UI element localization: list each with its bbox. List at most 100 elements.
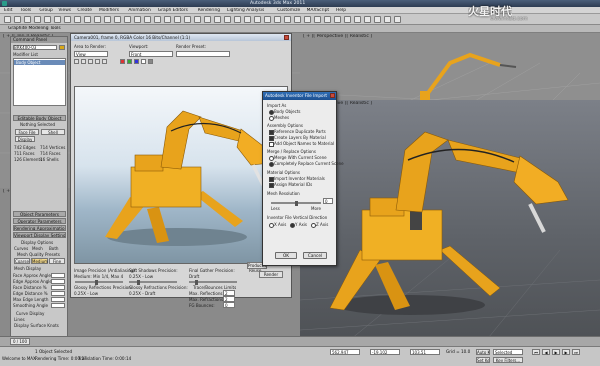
auto-key-button[interactable]: Auto Key xyxy=(476,349,490,355)
menu-item-graph-editors[interactable]: Graph Editors xyxy=(158,8,188,13)
max-edge-input[interactable] xyxy=(51,297,65,302)
go-to-start-icon[interactable]: ⏮ xyxy=(532,349,540,355)
menu-item-edit[interactable]: Edit xyxy=(4,8,13,13)
toolbar-tool-icon[interactable] xyxy=(104,16,111,23)
z-axis-radio[interactable]: Z Axis xyxy=(311,222,328,228)
menu-item-create[interactable]: Create xyxy=(77,8,92,13)
go-to-end-icon[interactable]: ⏭ xyxy=(572,349,580,355)
mesh-resolution-slider[interactable] xyxy=(271,200,321,206)
stack-item[interactable]: Body Object xyxy=(14,60,65,65)
toolbar-tool-icon[interactable] xyxy=(384,16,391,23)
toolbar-tool-icon[interactable] xyxy=(114,16,121,23)
object-params-rollout[interactable]: Object Parameters xyxy=(13,211,66,217)
x-coordinate-field[interactable]: 562.947 xyxy=(330,349,360,355)
clear-icon[interactable] xyxy=(102,59,107,64)
close-icon[interactable] xyxy=(330,93,335,98)
modifier-stack[interactable]: Body Object xyxy=(13,58,66,106)
toolbar-tool-icon[interactable] xyxy=(44,16,51,23)
import-materials-checkbox[interactable]: Import Inventor Materials xyxy=(269,176,325,182)
red-channel-icon[interactable] xyxy=(120,59,125,64)
y-coordinate-field[interactable]: -19.102 xyxy=(370,349,400,355)
final-gather-slider[interactable] xyxy=(189,279,237,285)
toolbar-tool-icon[interactable] xyxy=(64,16,71,23)
menu-item-animation[interactable]: Animation xyxy=(128,8,150,13)
mesh-radio[interactable]: Mesh xyxy=(32,246,43,251)
medium-button[interactable]: Medium xyxy=(31,258,48,264)
toolbar-tool-icon[interactable] xyxy=(74,16,81,23)
area-to-render-dropdown[interactable]: View xyxy=(74,51,108,57)
editable-body-rollout[interactable]: Editable Body Object xyxy=(13,115,66,121)
time-slider[interactable]: 0 / 100 xyxy=(10,338,30,345)
edge-approx-input[interactable] xyxy=(51,279,65,284)
display-surface-checkbox[interactable]: Display Surface Knots xyxy=(14,323,59,328)
close-icon[interactable] xyxy=(284,35,289,40)
menu-item-tools[interactable]: Tools xyxy=(20,8,31,13)
face-file-button[interactable]: Face File xyxy=(15,129,39,135)
key-filters-button[interactable]: Key Filters... xyxy=(493,357,523,363)
toolbar-tool-icon[interactable] xyxy=(134,16,141,23)
toolbar-tool-icon[interactable] xyxy=(164,16,171,23)
ok-button[interactable]: OK xyxy=(275,252,297,259)
smoothing-angle-input[interactable] xyxy=(51,303,65,308)
play-icon[interactable]: ▶ xyxy=(552,349,560,355)
z-coordinate-field[interactable]: 103.51 xyxy=(410,349,440,355)
toolbar-tool-icon[interactable] xyxy=(54,16,61,23)
toolbar-tool-icon[interactable] xyxy=(354,16,361,23)
toolbar-tool-icon[interactable] xyxy=(94,16,101,23)
body-objects-radio[interactable]: Body Objects xyxy=(269,109,300,115)
y-axis-radio[interactable]: Y Axis xyxy=(290,222,307,228)
object-color-swatch[interactable] xyxy=(59,45,65,50)
coarse-button[interactable]: Coarse xyxy=(14,258,30,264)
menu-item-rendering[interactable]: Rendering xyxy=(198,8,220,13)
rendering-approx-rollout[interactable]: Rendering Approximation xyxy=(13,225,66,231)
toolbar-tool-icon[interactable] xyxy=(374,16,381,23)
key-selection-dropdown[interactable]: Selected xyxy=(493,349,523,355)
toolbar-tool-icon[interactable] xyxy=(234,16,241,23)
meshes-radio[interactable]: Meshes xyxy=(269,115,289,121)
menu-item-views[interactable]: Views xyxy=(58,8,71,13)
app-logo-icon[interactable] xyxy=(2,1,7,6)
curves-radio[interactable]: Curves xyxy=(14,246,28,251)
add-object-names-checkbox[interactable]: Add Object Names to Material xyxy=(269,141,334,147)
fine-button[interactable]: Fine xyxy=(49,258,65,264)
assign-material-ids-checkbox[interactable]: Assign Material IDs xyxy=(269,182,312,188)
viewport-dropdown[interactable]: Front xyxy=(129,51,173,57)
set-key-button[interactable]: Set Key xyxy=(476,357,490,363)
operator-params-rollout[interactable]: Operator Parameters xyxy=(13,218,66,224)
alpha-channel-icon[interactable] xyxy=(141,59,146,64)
command-panel-title[interactable]: Command Panel xyxy=(11,37,67,43)
toolbar-tool-icon[interactable] xyxy=(254,16,261,23)
green-channel-icon[interactable] xyxy=(127,59,132,64)
object-name-field[interactable]: BRK400-03 xyxy=(13,45,57,50)
toolbar-tool-icon[interactable] xyxy=(324,16,331,23)
toolbar-tool-icon[interactable] xyxy=(274,16,281,23)
toolbar-tool-icon[interactable] xyxy=(264,16,271,23)
menu-item-modifiers[interactable]: Modifiers xyxy=(99,8,119,13)
menu-item-customize[interactable]: Customize xyxy=(277,8,300,13)
toolbar-tool-icon[interactable] xyxy=(194,16,201,23)
menu-item-maxscript[interactable]: MAXScript xyxy=(307,8,330,13)
edge-distance-input[interactable] xyxy=(51,291,65,296)
prev-frame-icon[interactable]: ◀ xyxy=(542,349,550,355)
toolbar-tool-icon[interactable] xyxy=(204,16,211,23)
toolbar-tool-icon[interactable] xyxy=(24,16,31,23)
mesh-resolution-input[interactable]: 0 xyxy=(323,198,333,204)
toolbar-tool-icon[interactable] xyxy=(304,16,311,23)
clone-icon[interactable] xyxy=(88,59,93,64)
face-distance-input[interactable] xyxy=(51,285,65,290)
image-precision-slider[interactable] xyxy=(75,279,123,285)
toolbar-tool-icon[interactable] xyxy=(124,16,131,23)
toolbar-tool-icon[interactable] xyxy=(174,16,181,23)
menu-item-group[interactable]: Group xyxy=(39,8,52,13)
toolbar-tool-icon[interactable] xyxy=(184,16,191,23)
merge-radio[interactable]: Merge With Current Scene xyxy=(269,155,327,161)
toolbar-tool-icon[interactable] xyxy=(214,16,221,23)
toolbar-tool-icon[interactable] xyxy=(344,16,351,23)
modifier-list-label[interactable]: Modifier List xyxy=(13,52,38,57)
toolbar-tool-icon[interactable] xyxy=(364,16,371,23)
viewport-display-rollout[interactable]: Viewport Display Settings xyxy=(13,232,66,238)
toolbar-tool-icon[interactable] xyxy=(294,16,301,23)
x-axis-radio[interactable]: X Axis xyxy=(269,222,286,228)
toolbar-tool-icon[interactable] xyxy=(224,16,231,23)
toolbar-tool-icon[interactable] xyxy=(14,16,21,23)
